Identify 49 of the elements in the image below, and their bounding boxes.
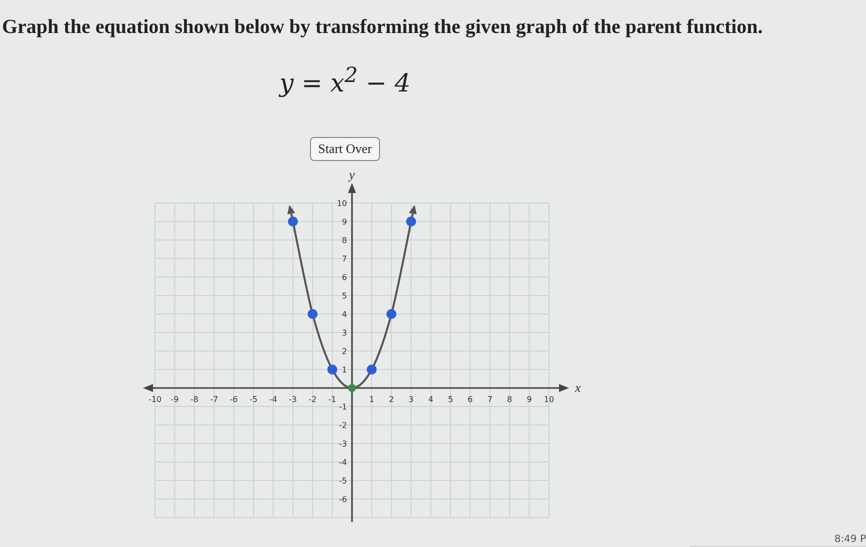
x-tick-label: 4 [428, 395, 434, 404]
y-tick-label: -6 [339, 495, 347, 504]
x-tick-label: 8 [507, 395, 512, 404]
y-tick-label: 5 [342, 292, 347, 301]
y-tick-label: 7 [342, 254, 347, 264]
x-tick-label: -2 [308, 395, 317, 404]
y-tick-label: 4 [342, 310, 347, 320]
x-tick-label: -10 [148, 395, 162, 404]
question-prompt: Graph the equation shown below by transforming the given graph of the parent function. [2, 16, 764, 39]
x-axis-label: x [575, 380, 581, 396]
x-tick-label: 2 [388, 395, 394, 404]
y-tick-label: 10 [336, 199, 347, 208]
x-tick-label: -4 [269, 395, 278, 404]
clock-time: 8:49 P [834, 534, 866, 546]
y-tick-label: 8 [342, 236, 347, 246]
curve-point[interactable] [366, 364, 377, 375]
x-tick-label: 9 [526, 395, 532, 404]
curve-point[interactable] [327, 364, 338, 375]
y-tick-label: -5 [339, 476, 347, 486]
y-tick-label: 2 [342, 347, 347, 356]
y-tick-label: -4 [339, 458, 347, 468]
y-axis-label: y [349, 167, 355, 182]
y-tick-label: -1 [339, 402, 347, 412]
x-tick-label: -3 [288, 395, 297, 404]
y-tick-label: 1 [342, 366, 347, 375]
vertex-point[interactable] [348, 384, 356, 392]
x-tick-label: 3 [408, 395, 414, 404]
curve-point[interactable] [288, 216, 298, 227]
equation: y = x$^{2}$ − 4 [279, 63, 411, 98]
curve-point[interactable] [308, 309, 318, 320]
x-tick-label: 10 [544, 395, 554, 404]
x-tick-label: -9 [170, 395, 179, 404]
x-tick-label: -8 [190, 395, 198, 404]
y-tick-label: -2 [339, 421, 347, 430]
curve-point[interactable] [406, 216, 416, 227]
start-over-button[interactable]: Start Over [310, 137, 380, 162]
x-tick-label: 1 [369, 395, 374, 404]
y-tick-label: 6 [342, 273, 347, 282]
y-tick-label: 9 [342, 218, 347, 227]
x-tick-label: 6 [468, 395, 473, 404]
x-tick-label: -6 [230, 395, 238, 404]
x-tick-label: -1 [328, 395, 336, 404]
x-tick-label: 5 [448, 395, 454, 404]
y-tick-label: -3 [339, 440, 347, 449]
x-tick-label: -5 [250, 395, 258, 404]
curve-point[interactable] [386, 309, 396, 320]
x-tick-label: 7 [487, 395, 492, 404]
x-tick-label: -7 [210, 395, 218, 404]
y-tick-label: 3 [342, 328, 347, 338]
